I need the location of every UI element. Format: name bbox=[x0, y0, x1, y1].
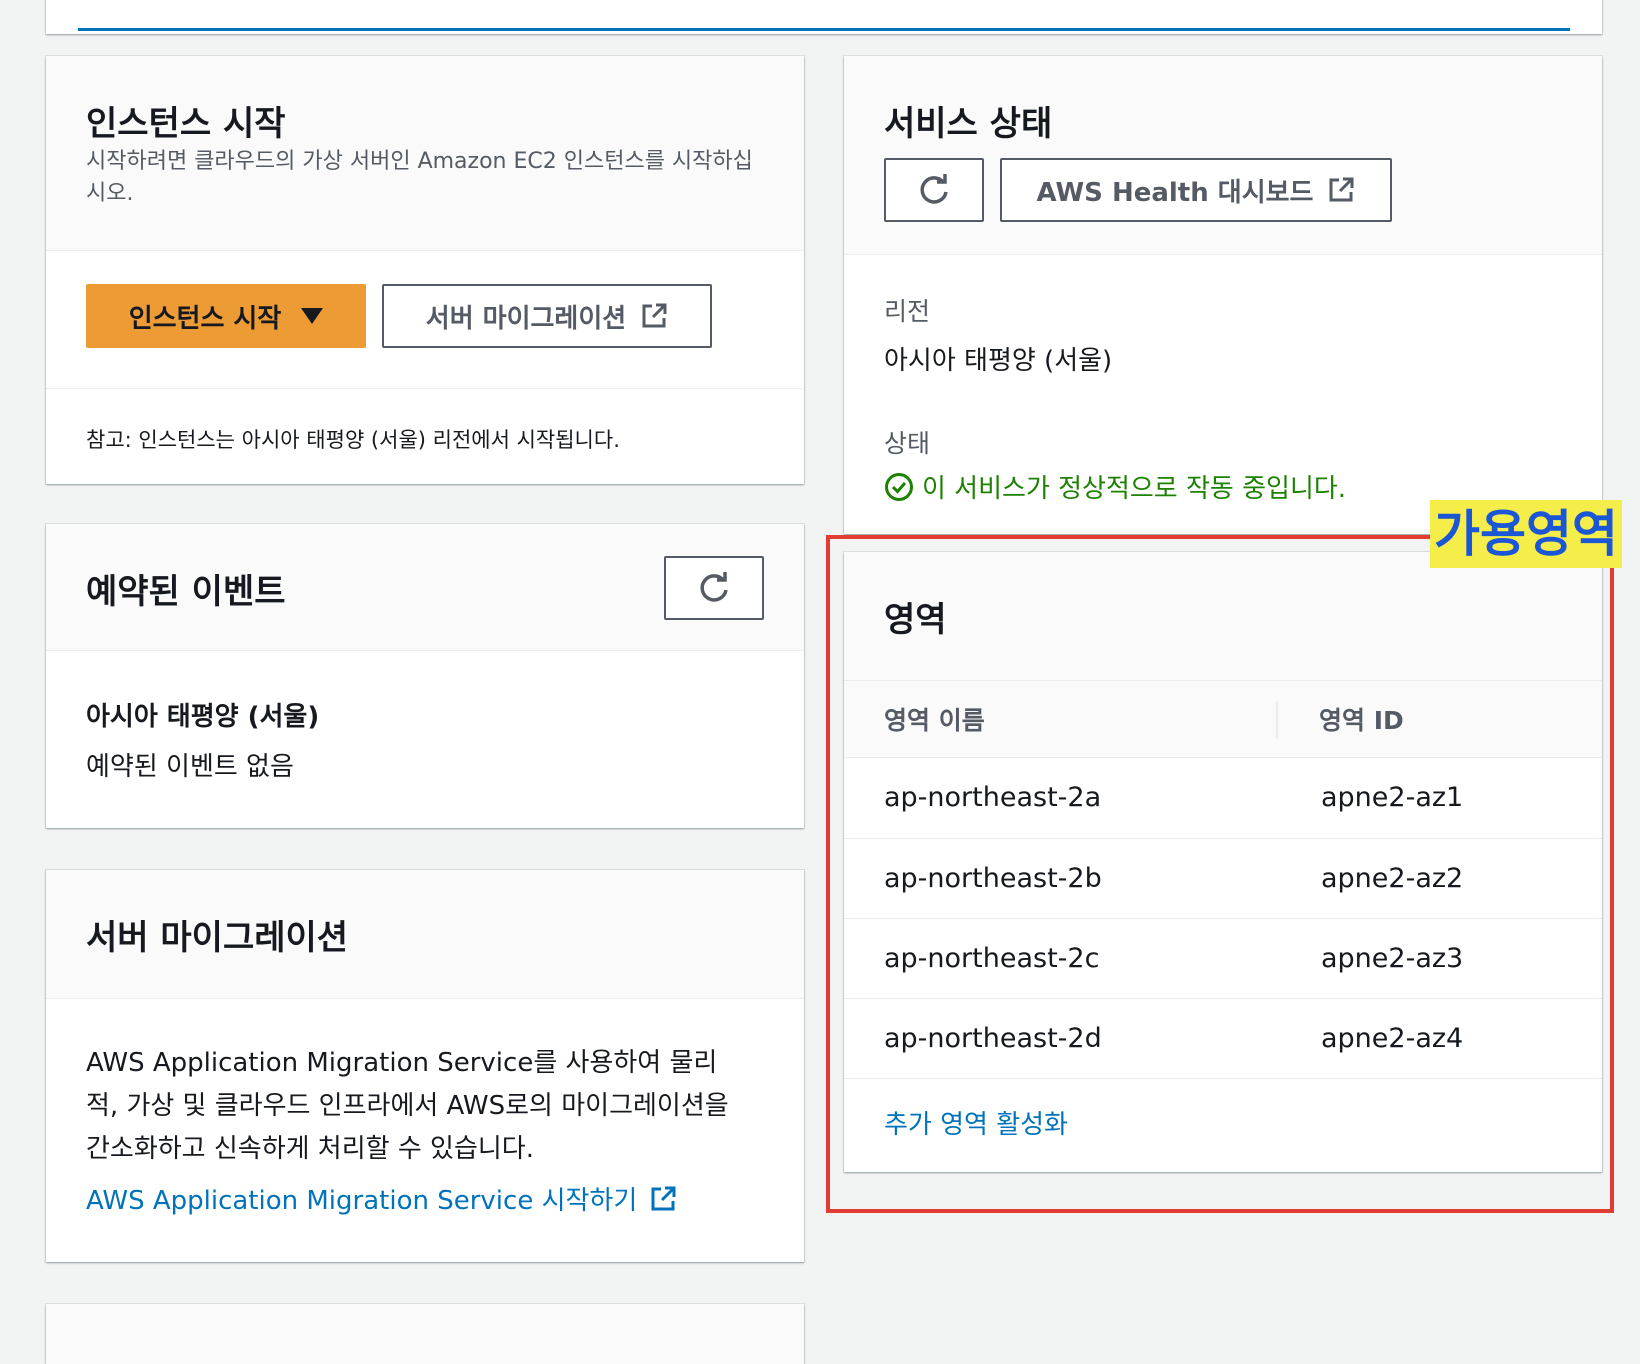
region-label: 리전 bbox=[884, 297, 931, 326]
refresh-icon bbox=[920, 174, 948, 204]
launch-card-header: 인스턴스 시작 시작하려면 클라우드의 가상 서버인 Amazon EC2 인스… bbox=[46, 56, 804, 251]
annotation-label: 가용영역 bbox=[1430, 500, 1622, 568]
top-card-partial bbox=[46, 0, 1602, 34]
events-card-title: 예약된 이벤트 bbox=[86, 572, 286, 612]
check-circle-icon bbox=[885, 472, 913, 501]
refresh-icon bbox=[700, 572, 728, 602]
migration-link-label[interactable]: AWS Application Migration Service 시작하기 bbox=[86, 1180, 637, 1217]
server-migration-label: 서버 마이그레이션 bbox=[425, 303, 627, 334]
launch-note: 참고: 인스턴스는 아시아 태평양 (서울) 리전에서 시작됩니다. bbox=[86, 428, 620, 452]
launch-instance-label: 인스턴스 시작 bbox=[128, 303, 282, 334]
events-empty: 예약된 이벤트 없음 bbox=[86, 752, 294, 782]
external-link-icon bbox=[642, 303, 667, 328]
launch-card-divider bbox=[46, 388, 804, 389]
aws-health-dashboard-label: AWS Health 대시보드 bbox=[1036, 177, 1314, 208]
health-card-header: 서비스 상태 AWS Health 대시보드 bbox=[844, 56, 1602, 255]
launch-card-description: 시작하려면 클라우드의 가상 서버인 Amazon EC2 인스턴스를 시작하십… bbox=[86, 149, 753, 206]
region-value: 아시아 태평양 (서울) bbox=[884, 346, 1113, 376]
migration-link[interactable]: AWS Application Migration Service 시작하기 bbox=[86, 1180, 677, 1217]
migration-body: AWS Application Migration Service를 사용하여 … bbox=[86, 1048, 729, 1164]
status-value-row: 이 서비스가 정상적으로 작동 중입니다. bbox=[884, 468, 1346, 505]
migration-card-header: 서버 마이그레이션 bbox=[46, 870, 804, 999]
launch-instance-card: 인스턴스 시작 시작하려면 클라우드의 가상 서버인 Amazon EC2 인스… bbox=[46, 56, 804, 484]
launch-instance-button[interactable]: 인스턴스 시작 bbox=[86, 284, 366, 348]
service-health-card: 서비스 상태 AWS Health 대시보드 리전 아시아 태평양 (서울) 상… bbox=[844, 56, 1602, 534]
bottom-card-partial bbox=[46, 1304, 804, 1364]
launch-card-title: 인스턴스 시작 bbox=[86, 104, 286, 144]
caret-down-icon bbox=[301, 308, 324, 324]
annotation-box bbox=[826, 535, 1614, 1213]
health-refresh-button[interactable] bbox=[884, 158, 984, 222]
events-refresh-button[interactable] bbox=[664, 556, 764, 620]
status-value: 이 서비스가 정상적으로 작동 중입니다. bbox=[922, 474, 1347, 504]
events-region: 아시아 태평양 (서울) bbox=[86, 702, 320, 732]
server-migration-card: 서버 마이그레이션 AWS Application Migration Serv… bbox=[46, 870, 804, 1262]
events-card-header: 예약된 이벤트 bbox=[46, 524, 804, 651]
scheduled-events-card: 예약된 이벤트 아시아 태평양 (서울) 예약된 이벤트 없음 bbox=[46, 524, 804, 828]
aws-health-dashboard-button[interactable]: AWS Health 대시보드 bbox=[1000, 158, 1392, 222]
top-card-blue-bar bbox=[78, 28, 1570, 31]
external-link-icon bbox=[651, 1186, 676, 1210]
status-label: 상태 bbox=[884, 429, 931, 458]
external-link-icon bbox=[1329, 177, 1354, 202]
server-migration-button[interactable]: 서버 마이그레이션 bbox=[382, 284, 712, 348]
health-card-title: 서비스 상태 bbox=[884, 104, 1053, 144]
migration-card-title: 서버 마이그레이션 bbox=[86, 918, 349, 958]
